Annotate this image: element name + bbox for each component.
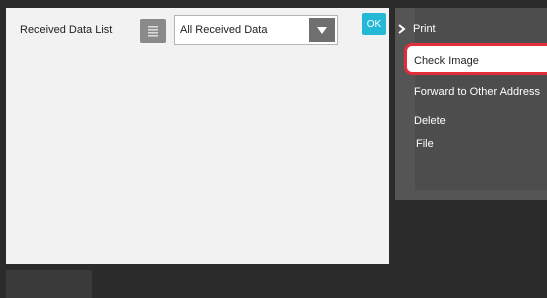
menu-item-print[interactable]: Print	[413, 23, 436, 35]
screen: Received Data List All Received Data OK …	[0, 0, 547, 298]
received-data-panel	[6, 8, 389, 264]
menu-item-file[interactable]: File	[416, 138, 434, 150]
menu-item-forward-to-other-address[interactable]: Forward to Other Address	[414, 86, 540, 98]
triangle-down-icon	[317, 26, 327, 34]
action-panel	[415, 8, 547, 190]
received-data-filter-select[interactable]: All Received Data	[174, 15, 338, 45]
list-icon	[148, 26, 158, 37]
menu-item-delete[interactable]: Delete	[414, 115, 446, 127]
filter-selected-value: All Received Data	[180, 24, 268, 36]
ok-button[interactable]: OK	[362, 13, 386, 35]
list-view-button[interactable]	[140, 19, 166, 43]
chevron-right-icon[interactable]	[398, 24, 406, 34]
menu-item-check-image[interactable]: Check Image	[414, 55, 479, 67]
list-title: Received Data List	[20, 24, 113, 36]
filter-dropdown-button[interactable]	[309, 18, 335, 42]
bottom-tab[interactable]	[6, 270, 92, 298]
